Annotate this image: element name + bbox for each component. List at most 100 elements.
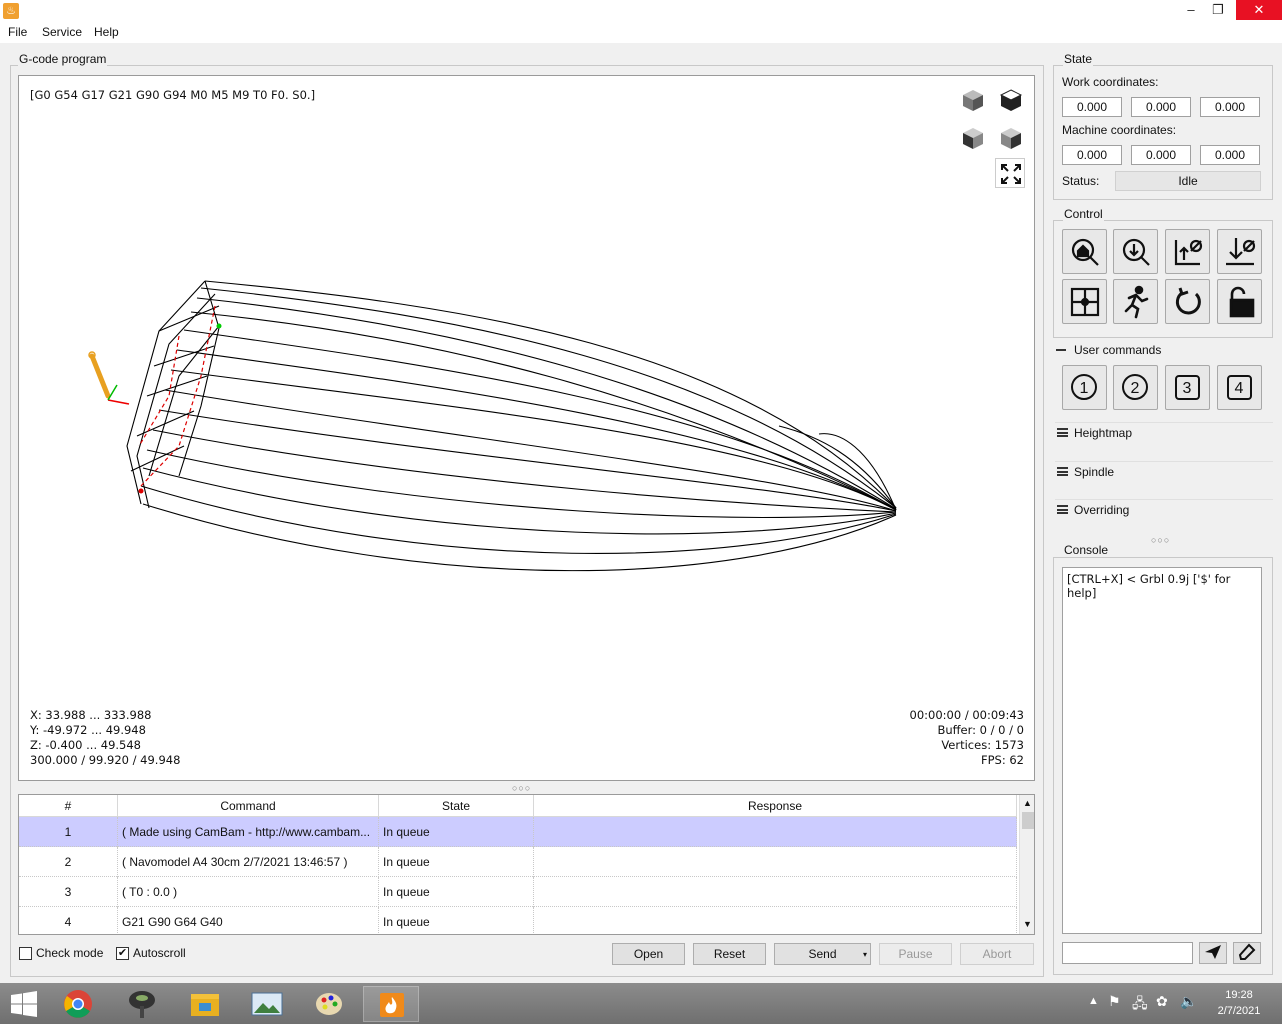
minimize-button[interactable]: – <box>1176 0 1206 20</box>
user-commands-title[interactable]: User commands <box>1074 343 1161 357</box>
program-time: 00:00:00 / 00:09:43 <box>909 708 1024 722</box>
soft-reset-button[interactable] <box>1165 279 1210 324</box>
z-probe-button[interactable] <box>1113 229 1158 274</box>
row-num: 4 <box>19 907 118 934</box>
row-num: 2 <box>19 847 118 877</box>
squared-3-icon: 3 <box>1175 375 1200 400</box>
col-header-state[interactable]: State <box>379 795 534 817</box>
eraser-icon <box>1238 943 1256 960</box>
photo-viewer-icon[interactable] <box>239 986 295 1022</box>
table-row[interactable]: 4 G21 G90 G64 G40 In queue <box>19 907 1017 934</box>
unlock-button[interactable] <box>1217 279 1262 324</box>
machine-x-field[interactable]: 0.000 <box>1062 145 1122 165</box>
autoscroll-checkbox[interactable]: ✔ <box>116 947 129 960</box>
pause-button[interactable]: Pause <box>879 943 952 965</box>
send-command-button[interactable] <box>1199 942 1227 964</box>
app-icon: ♨ <box>3 3 19 19</box>
collapse-minus-icon[interactable] <box>1056 349 1066 351</box>
home-button[interactable] <box>1062 229 1107 274</box>
safe-position-button[interactable] <box>1113 279 1158 324</box>
end-marker <box>138 488 144 494</box>
menu-bar: File Service Help <box>0 22 1282 43</box>
home-search-icon <box>1071 238 1099 266</box>
return-xy-button[interactable] <box>1062 279 1107 324</box>
clock-time[interactable]: 19:28 <box>1222 989 1256 1001</box>
vertices-count: Vertices: 1573 <box>941 738 1024 752</box>
row-command: ( T0 : 0.0 ) <box>118 877 379 907</box>
scroll-up-icon[interactable]: ▲ <box>1023 798 1032 808</box>
paper-plane-icon <box>1205 945 1221 959</box>
col-header-num[interactable]: # <box>19 795 118 817</box>
table-row[interactable]: 3 ( T0 : 0.0 ) In queue <box>19 877 1017 907</box>
col-header-response[interactable]: Response <box>534 795 1017 817</box>
crosshair-icon <box>1070 287 1100 317</box>
tray-overflow-icon[interactable]: ▲ <box>1088 995 1099 1007</box>
console-output[interactable]: [CTRL+X] < Grbl 0.9j ['$' for help] <box>1062 567 1262 934</box>
send-button[interactable]: Send ▾ <box>774 943 871 965</box>
fps-counter: FPS: 62 <box>980 753 1024 767</box>
tray-app-icon[interactable]: ✿ <box>1156 993 1168 1010</box>
row-command: ( Navomodel A4 30cm 2/7/2021 13:46:57 ) <box>118 847 379 877</box>
machine-y-field[interactable]: 0.000 <box>1131 145 1191 165</box>
overriding-section[interactable]: Overriding <box>1055 499 1273 523</box>
table-row[interactable]: 1 ( Made using CamBam - http://www.camba… <box>19 817 1017 847</box>
heightmap-section[interactable]: Heightmap <box>1055 422 1273 446</box>
restore-button[interactable]: ❐ <box>1203 0 1233 20</box>
row-response <box>534 907 1017 934</box>
chrome-icon[interactable] <box>50 986 106 1022</box>
menu-file[interactable]: File <box>8 25 27 39</box>
user-command-3-button[interactable]: 3 <box>1165 365 1210 410</box>
col-header-command[interactable]: Command <box>118 795 379 817</box>
work-z-field[interactable]: 0.000 <box>1200 97 1260 117</box>
console-command-input[interactable] <box>1062 942 1193 964</box>
toolpath-wireframe <box>88 280 897 572</box>
work-x-field[interactable]: 0.000 <box>1062 97 1122 117</box>
work-y-field[interactable]: 0.000 <box>1131 97 1191 117</box>
circled-1-icon: 1 <box>1071 374 1097 400</box>
file-explorer-icon[interactable] <box>177 986 233 1022</box>
network-icon[interactable]: 🖧 <box>1132 993 1148 1017</box>
zero-z-button[interactable] <box>1217 229 1262 274</box>
program-table[interactable]: # Command State Response 1 ( Made using … <box>18 794 1035 935</box>
candle-app-icon[interactable] <box>114 986 170 1022</box>
open-button[interactable]: Open <box>612 943 685 965</box>
row-state: In queue <box>379 907 534 934</box>
spindle-section[interactable]: Spindle <box>1055 461 1273 485</box>
splitter-handle[interactable]: ○○○ <box>512 783 531 793</box>
row-num: 1 <box>19 817 118 847</box>
user-command-1-button[interactable]: 1 <box>1062 365 1107 410</box>
zero-xy-button[interactable] <box>1165 229 1210 274</box>
gcode-viewer[interactable]: [G0 G54 G17 G21 G90 G94 M0 M5 M9 T0 F0. … <box>18 75 1035 781</box>
table-row[interactable]: 2 ( Navomodel A4 30cm 2/7/2021 13:46:57 … <box>19 847 1017 877</box>
user-command-4-button[interactable]: 4 <box>1217 365 1262 410</box>
menu-service[interactable]: Service <box>42 25 82 39</box>
user-command-2-button[interactable]: 2 <box>1113 365 1158 410</box>
scroll-thumb[interactable] <box>1022 812 1034 829</box>
row-response <box>534 847 1017 877</box>
abort-button[interactable]: Abort <box>960 943 1034 965</box>
console-title: Console <box>1063 543 1110 557</box>
spindle-title: Spindle <box>1074 465 1115 479</box>
range-x: X: 33.988 ... 333.988 <box>30 708 152 722</box>
reset-button[interactable]: Reset <box>693 943 766 965</box>
close-button[interactable]: ✕ <box>1236 0 1282 20</box>
panel-splitter-handle[interactable]: ○○○ <box>1151 535 1170 545</box>
candle-active-app-icon[interactable] <box>363 986 419 1022</box>
flag-icon[interactable]: ⚑ <box>1108 993 1121 1010</box>
menu-icon <box>1057 428 1068 437</box>
autoscroll-label: Autoscroll <box>133 946 186 960</box>
check-mode-checkbox[interactable] <box>19 947 32 960</box>
paint-icon[interactable] <box>301 986 357 1022</box>
volume-icon[interactable]: 🔈 <box>1180 993 1197 1010</box>
windows-start-icon[interactable] <box>10 991 38 1020</box>
clock-date[interactable]: 2/7/2021 <box>1212 1005 1266 1017</box>
menu-help[interactable]: Help <box>94 25 119 39</box>
send-label: Send <box>808 947 837 961</box>
probe-search-icon <box>1122 238 1150 266</box>
clear-console-button[interactable] <box>1233 942 1261 964</box>
row-response <box>534 877 1017 907</box>
machine-z-field[interactable]: 0.000 <box>1200 145 1260 165</box>
table-scrollbar[interactable]: ▲ ▼ <box>1019 795 1034 934</box>
row-state: In queue <box>379 847 534 877</box>
scroll-down-icon[interactable]: ▼ <box>1023 919 1032 929</box>
